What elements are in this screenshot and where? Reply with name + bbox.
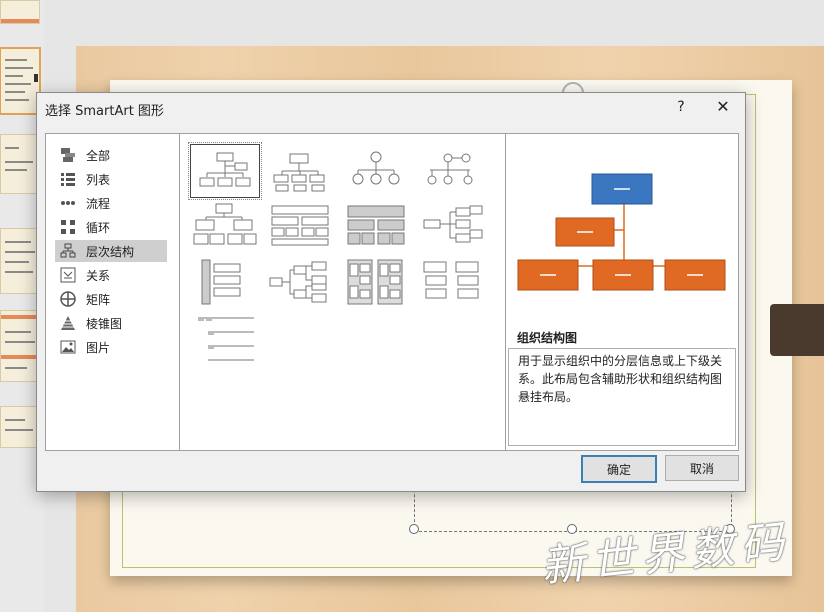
layout-tile-hierarchy[interactable] — [418, 144, 486, 196]
category-label: 矩阵 — [86, 292, 111, 307]
category-item-list[interactable]: 列表 — [55, 168, 167, 190]
slide-tab-decoration — [770, 304, 824, 356]
pyramid-icon — [60, 315, 76, 331]
description-box: 用于显示组织中的分层信息或上下级关系。此布局包含辅助形状和组织结构图悬挂布局。 — [508, 348, 736, 446]
picture-icon — [60, 339, 76, 355]
slide-thumbnail[interactable] — [0, 0, 40, 24]
layout-description: 用于显示组织中的分层信息或上下级关系。此布局包含辅助形状和组织结构图悬挂布局。 — [518, 354, 723, 404]
layout-tile-org-chart[interactable] — [188, 142, 262, 200]
category-label: 图片 — [86, 340, 111, 355]
slide-thumbnail[interactable] — [0, 310, 40, 382]
layout-tile-circle-picture-hierarchy[interactable] — [342, 144, 410, 196]
category-label: 全部 — [86, 148, 111, 163]
layout-tile-table-hierarchy[interactable] — [266, 200, 334, 252]
cycle-icon — [60, 219, 76, 235]
layout-tile-lined-list[interactable] — [418, 256, 486, 308]
all-icon — [60, 147, 76, 163]
org-chart-preview — [517, 173, 726, 291]
slide-thumbnail[interactable] — [0, 228, 40, 294]
layout-tile-architecture-layout[interactable] — [418, 200, 486, 252]
resize-handle[interactable] — [409, 524, 419, 534]
thumbnail-marker — [34, 74, 38, 82]
category-label: 关系 — [86, 268, 111, 283]
category-item-matrix[interactable]: 矩阵 — [55, 288, 167, 310]
category-item-relationship[interactable]: 关系 — [55, 264, 167, 286]
layout-tile-name-title-org-chart[interactable] — [266, 144, 334, 196]
smartart-dialog: 选择 SmartArt 图形 ? ✕ 全部 列表 流程 循环 层次结构 关系 矩… — [36, 92, 746, 492]
close-button[interactable]: ✕ — [711, 96, 735, 118]
layout-tile-horizontal-org-chart[interactable] — [266, 256, 334, 308]
dialog-title: 选择 SmartArt 图形 — [45, 104, 164, 119]
layout-gallery — [180, 134, 506, 450]
slide-thumbnail[interactable] — [0, 406, 40, 448]
category-item-all[interactable]: 全部 — [55, 144, 167, 166]
matrix-icon — [60, 291, 76, 307]
layout-preview: 组织结构图 用于显示组织中的分层信息或上下级关系。此布局包含辅助形状和组织结构图… — [506, 134, 738, 450]
layout-tile-labeled-hierarchy[interactable] — [190, 200, 258, 252]
layout-tile-lined-hierarchy[interactable] — [190, 312, 258, 364]
process-icon — [60, 195, 76, 211]
layout-tile-horizontal-hierarchy[interactable] — [342, 200, 410, 252]
layout-tile-horizontal-multilevel[interactable] — [190, 256, 258, 308]
category-item-hierarchy[interactable]: 层次结构 — [55, 240, 167, 262]
layout-tile-hierarchy-list[interactable] — [342, 256, 410, 308]
category-item-cycle[interactable]: 循环 — [55, 216, 167, 238]
dialog-content-panel: 全部 列表 流程 循环 层次结构 关系 矩阵 棱锥图 图片 组织结构图 用于显示… — [45, 133, 739, 451]
category-label: 层次结构 — [86, 244, 135, 259]
category-label: 循环 — [86, 220, 111, 235]
slide-thumbnail[interactable] — [0, 134, 40, 194]
category-label: 列表 — [86, 172, 111, 187]
ok-button[interactable]: 确定 — [581, 455, 657, 483]
category-item-picture[interactable]: 图片 — [55, 336, 167, 358]
category-item-pyramid[interactable]: 棱锥图 — [55, 312, 167, 334]
category-label: 棱锥图 — [86, 316, 123, 331]
relationship-icon — [60, 267, 76, 283]
layout-name: 组织结构图 — [517, 331, 578, 345]
help-button[interactable]: ? — [669, 96, 693, 118]
category-list: 全部 列表 流程 循环 层次结构 关系 矩阵 棱锥图 图片 — [46, 134, 180, 450]
cancel-button[interactable]: 取消 — [665, 455, 739, 481]
category-label: 流程 — [86, 196, 111, 211]
list-icon — [60, 171, 76, 187]
hierarchy-icon — [60, 243, 76, 259]
category-item-process[interactable]: 流程 — [55, 192, 167, 214]
